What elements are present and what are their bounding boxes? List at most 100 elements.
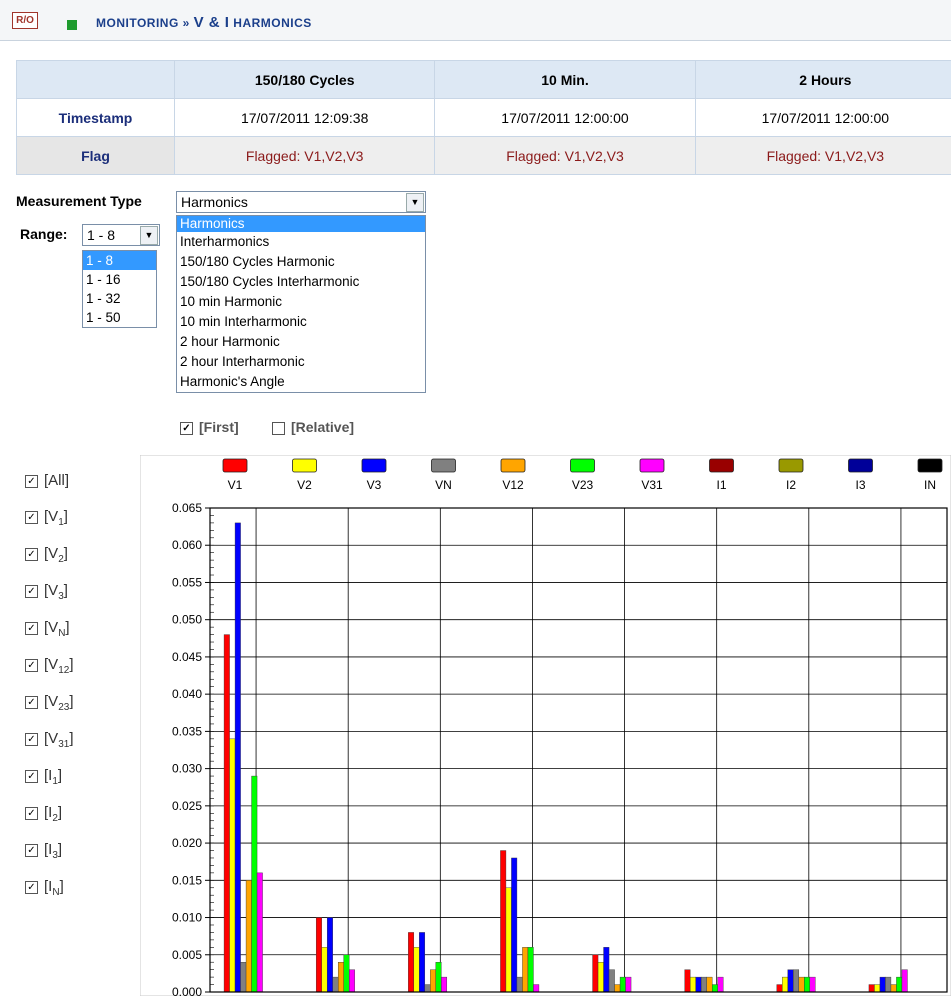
legend-swatch — [917, 458, 943, 473]
dropdown-option[interactable]: 1 - 50 — [83, 308, 156, 327]
y-tick-label: 0.040 — [172, 687, 202, 701]
series-toggle-v31[interactable]: ✓ [V31] — [25, 730, 73, 750]
dropdown-option[interactable]: 150/180 Cycles Harmonic — [177, 252, 425, 272]
bar-v23 — [804, 976, 811, 993]
table-cell: Flagged: V1,V2,V3 — [434, 136, 696, 175]
checkbox-checked-icon[interactable]: ✓ — [180, 421, 193, 435]
status-square-icon — [67, 20, 77, 30]
dropdown-option[interactable]: Interharmonics — [177, 232, 425, 252]
page-title: Monitoring » V & I Harmonics — [96, 14, 312, 31]
bar-v31 — [901, 969, 908, 993]
series-toggle-label: [All] — [44, 472, 70, 489]
first-option[interactable]: ✓ [First] — [180, 419, 239, 435]
relative-label: [Relative] — [291, 419, 355, 435]
read-only-badge: R/O — [12, 12, 38, 29]
checkbox-checked-icon[interactable]: ✓ — [25, 695, 38, 709]
bar-v12 — [890, 984, 897, 993]
dropdown-option[interactable]: 10 min Interharmonic — [177, 312, 425, 332]
bar-v23 — [343, 954, 350, 993]
series-toggle-vn[interactable]: ✓ [VN] — [25, 619, 70, 639]
checkbox-checked-icon[interactable]: ✓ — [25, 769, 38, 783]
series-toggle-in[interactable]: ✓ [IN] — [25, 878, 64, 898]
series-toggle-v12[interactable]: ✓ [V12] — [25, 656, 73, 676]
series-toggle-i1[interactable]: ✓ [I1] — [25, 767, 62, 787]
bar-v31 — [441, 976, 448, 993]
bar-v23 — [619, 976, 626, 993]
series-toggle-label: [V3] — [44, 582, 68, 602]
bar-v12 — [245, 880, 252, 993]
measurement-type-dropdown[interactable]: Harmonics Interharmonics 150/180 Cycles … — [176, 215, 426, 393]
series-toggle-v2[interactable]: ✓ [V2] — [25, 545, 68, 565]
bar-vn — [424, 984, 431, 993]
dropdown-option[interactable]: Harmonics — [177, 216, 425, 232]
bar-vn — [793, 969, 800, 993]
legend-label: VN — [435, 478, 452, 492]
bar-v12 — [522, 947, 529, 993]
bar-v23 — [896, 976, 903, 993]
series-toggle-label: [I1] — [44, 767, 63, 787]
dropdown-option[interactable]: 1 - 32 — [83, 289, 156, 308]
y-tick-label: 0.020 — [172, 836, 202, 850]
dropdown-option[interactable]: 150/180 Cycles Interharmonic — [177, 272, 425, 292]
bar-v31 — [348, 969, 355, 993]
bar-v1 — [868, 984, 875, 993]
checkbox-checked-icon[interactable]: ✓ — [25, 806, 38, 820]
checkbox-checked-icon[interactable]: ✓ — [25, 547, 38, 561]
row-label: Timestamp — [16, 98, 175, 137]
bar-v3 — [787, 969, 794, 993]
series-toggle-i3[interactable]: ✓ [I3] — [25, 841, 62, 861]
legend-label: I1 — [716, 478, 726, 492]
bar-v23 — [711, 984, 718, 993]
bar-vn — [885, 976, 892, 993]
dropdown-option[interactable]: Harmonic's Angle — [177, 372, 425, 392]
bar-v3 — [879, 976, 886, 993]
checkbox-checked-icon[interactable]: ✓ — [25, 732, 38, 746]
measurement-type-label: Measurement Type — [16, 193, 142, 209]
timestamp-table: 150/180 Cycles 10 Min. 2 Hours Timestamp… — [16, 60, 951, 175]
series-toggle-label: [VN] — [44, 619, 70, 639]
dropdown-option[interactable]: 2 hour Interharmonic — [177, 352, 425, 372]
bar-v2 — [413, 947, 420, 993]
relative-option[interactable]: [Relative] — [272, 419, 354, 435]
column-header: 10 Min. — [434, 60, 696, 99]
legend-swatch — [778, 458, 804, 473]
checkbox-checked-icon[interactable]: ✓ — [25, 584, 38, 598]
checkbox-checked-icon[interactable]: ✓ — [25, 621, 38, 635]
checkbox-checked-icon[interactable]: ✓ — [25, 510, 38, 524]
series-toggle-v1[interactable]: ✓ [V1] — [25, 508, 68, 528]
bar-v23 — [435, 962, 442, 993]
legend-label: V12 — [502, 478, 524, 492]
y-tick-label: 0.015 — [172, 873, 202, 887]
bar-v1 — [408, 932, 415, 993]
chevron-down-icon[interactable]: ▼ — [406, 193, 424, 212]
series-toggle-i2[interactable]: ✓ [I2] — [25, 804, 62, 824]
dropdown-option[interactable]: 10 min Harmonic — [177, 292, 425, 312]
bar-v12 — [798, 976, 805, 993]
dropdown-option[interactable]: 1 - 8 — [83, 251, 156, 270]
legend-swatch — [222, 458, 248, 473]
checkbox-checked-icon[interactable]: ✓ — [25, 474, 38, 488]
title-suffix: Harmonics — [229, 16, 312, 30]
column-header: 2 Hours — [694, 60, 951, 99]
bar-v31 — [625, 976, 632, 993]
legend-label: I3 — [855, 478, 865, 492]
series-toggle-v3[interactable]: ✓ [V3] — [25, 582, 68, 602]
series-toggle-v23[interactable]: ✓ [V23] — [25, 693, 73, 713]
bar-v3 — [603, 947, 610, 993]
bar-v1 — [592, 954, 599, 993]
range-dropdown[interactable]: 1 - 8 1 - 16 1 - 32 1 - 50 — [82, 250, 157, 328]
bar-v2 — [782, 976, 789, 993]
legend-label: V1 — [228, 478, 243, 492]
dropdown-option[interactable]: 2 hour Harmonic — [177, 332, 425, 352]
checkbox-checked-icon[interactable]: ✓ — [25, 880, 38, 894]
range-select[interactable]: 1 - 8 ▼ — [82, 224, 160, 246]
checkbox-checked-icon[interactable]: ✓ — [25, 843, 38, 857]
chevron-down-icon[interactable]: ▼ — [140, 226, 158, 245]
y-tick-label: 0.045 — [172, 650, 202, 664]
checkbox-unchecked-icon[interactable] — [272, 421, 285, 435]
measurement-type-select[interactable]: Harmonics ▼ — [176, 191, 426, 213]
dropdown-option[interactable]: 1 - 16 — [83, 270, 156, 289]
table-cell: Flagged: V1,V2,V3 — [694, 136, 951, 175]
series-toggle-all[interactable]: ✓ [All] — [25, 472, 69, 489]
checkbox-checked-icon[interactable]: ✓ — [25, 658, 38, 672]
